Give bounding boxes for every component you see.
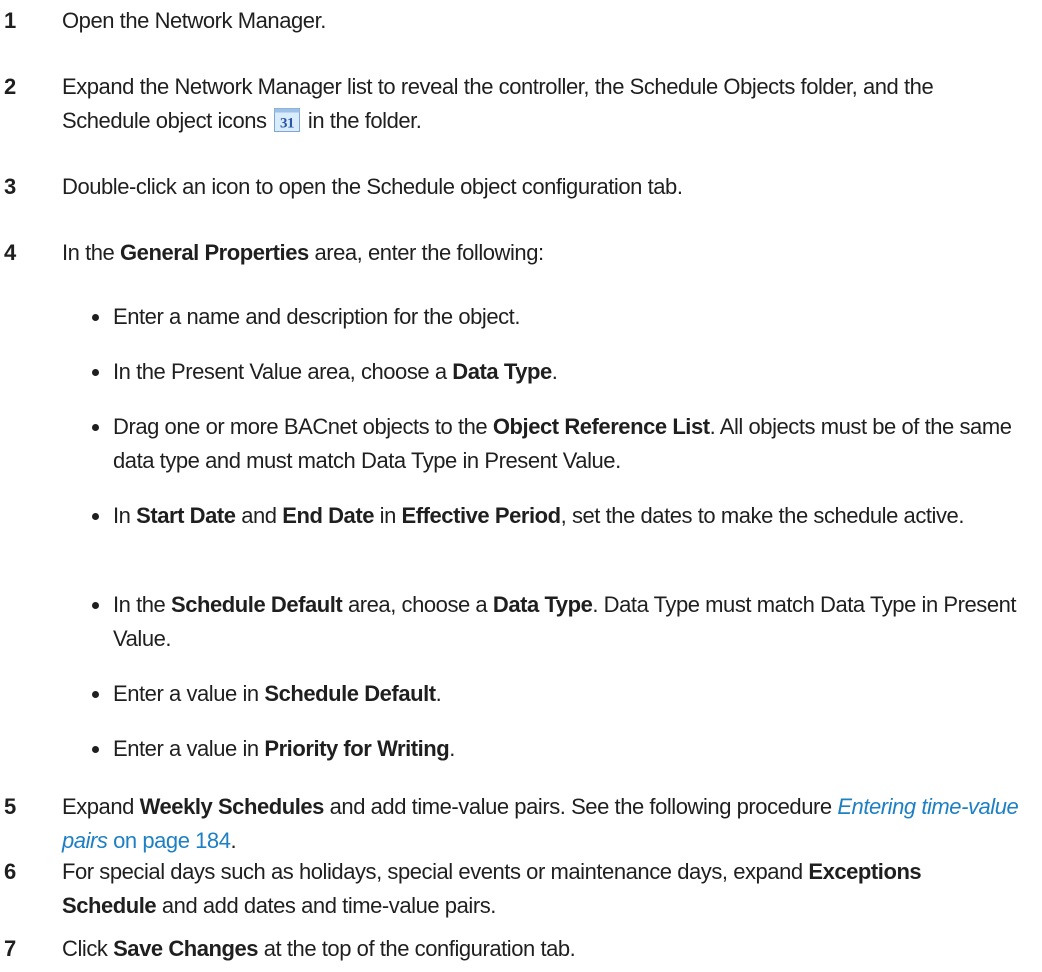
step-text: In the General Properties area, enter th…: [62, 240, 544, 265]
step-text: Open the Network Manager.: [62, 8, 326, 33]
bullet-dot: [92, 314, 99, 321]
bullet-text: Enter a value in Priority for Writing.: [113, 736, 455, 761]
step-text: Click Save Changes at the top of the con…: [62, 936, 576, 961]
bullet-dot: [92, 424, 99, 431]
step-text: Expand the Network Manager list to revea…: [62, 74, 934, 133]
calendar-31-icon: 31: [274, 108, 301, 132]
bullet-dot: [92, 369, 99, 376]
bullet-text: Enter a name and description for the obj…: [113, 304, 521, 329]
step-number: 1: [4, 8, 16, 33]
bullet-text: Enter a value in Schedule Default.: [113, 681, 442, 706]
bullet-dot: [92, 513, 99, 520]
bullet-dot: [92, 746, 99, 753]
bullet-dot: [92, 691, 99, 698]
bullet-text: In Start Date and End Date in Effective …: [113, 503, 964, 528]
step-number: 4: [4, 240, 16, 265]
step-number: 2: [4, 74, 16, 99]
step-number: 7: [4, 936, 16, 961]
step-text: Expand Weekly Schedules and add time-val…: [62, 794, 1019, 853]
bullet-text: In the Schedule Default area, choose a D…: [113, 592, 1017, 651]
step-number: 5: [4, 794, 16, 819]
step-text: For special days such as holidays, speci…: [62, 859, 922, 918]
step-text: Double-click an icon to open the Schedul…: [62, 174, 683, 199]
step-number: 6: [4, 859, 16, 884]
procedure-document: 1 Open the Network Manager. 2 Expand the…: [0, 0, 1042, 972]
bullet-text: Drag one or more BACnet objects to the O…: [113, 414, 1012, 473]
bullet-text: In the Present Value area, choose a Data…: [113, 359, 558, 384]
svg-text:31: 31: [280, 116, 294, 132]
step-number: 3: [4, 174, 16, 199]
bullet-dot: [92, 602, 99, 609]
